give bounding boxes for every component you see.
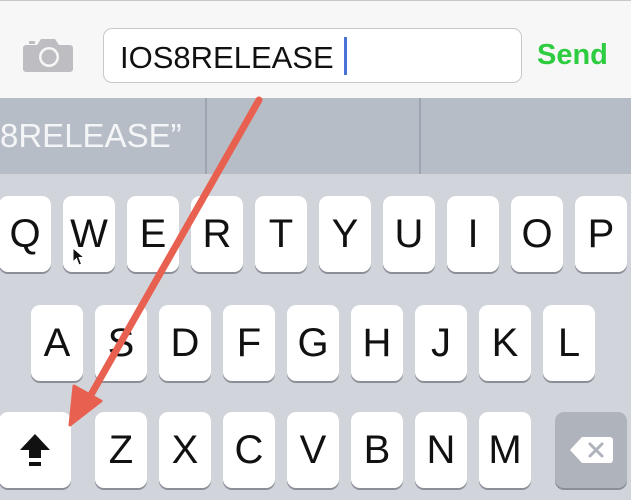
key-y[interactable]: Y	[319, 196, 371, 272]
key-d[interactable]: D	[159, 305, 211, 381]
camera-icon[interactable]	[22, 35, 74, 73]
key-b[interactable]: B	[351, 412, 403, 488]
suggestion-right[interactable]	[421, 98, 631, 174]
key-x[interactable]: X	[159, 412, 211, 488]
key-v[interactable]: V	[287, 412, 339, 488]
key-a[interactable]: A	[31, 305, 83, 381]
key-l[interactable]: L	[543, 305, 595, 381]
suggestion-left[interactable]: 8RELEASE”	[0, 98, 205, 174]
key-r[interactable]: R	[191, 196, 243, 272]
key-i[interactable]: I	[447, 196, 499, 272]
shift-icon	[17, 430, 53, 470]
key-n[interactable]: N	[415, 412, 467, 488]
key-p[interactable]: P	[575, 196, 627, 272]
suggestion-middle[interactable]	[207, 98, 419, 174]
message-text-field[interactable]: IOS8RELEASE	[103, 28, 522, 83]
key-f[interactable]: F	[223, 305, 275, 381]
key-s[interactable]: S	[95, 305, 147, 381]
key-k[interactable]: K	[479, 305, 531, 381]
key-o[interactable]: O	[511, 196, 563, 272]
key-z[interactable]: Z	[95, 412, 147, 488]
shift-key[interactable]	[0, 412, 71, 488]
quicktype-suggestion-bar: 8RELEASE”	[0, 98, 631, 174]
key-t[interactable]: T	[255, 196, 307, 272]
mouse-pointer-icon	[72, 246, 86, 267]
send-button[interactable]: Send	[537, 39, 608, 72]
message-input-bar: IOS8RELEASE Send	[0, 0, 631, 98]
key-j[interactable]: J	[415, 305, 467, 381]
key-g[interactable]: G	[287, 305, 339, 381]
key-w[interactable]: W	[63, 196, 115, 272]
message-text: IOS8RELEASE	[120, 40, 334, 75]
delete-icon	[568, 435, 614, 465]
key-h[interactable]: H	[351, 305, 403, 381]
key-e[interactable]: E	[127, 196, 179, 272]
delete-key[interactable]	[555, 412, 627, 488]
key-m[interactable]: M	[479, 412, 531, 488]
key-u[interactable]: U	[383, 196, 435, 272]
text-caret	[344, 37, 347, 75]
key-c[interactable]: C	[223, 412, 275, 488]
key-q[interactable]: Q	[0, 196, 51, 272]
